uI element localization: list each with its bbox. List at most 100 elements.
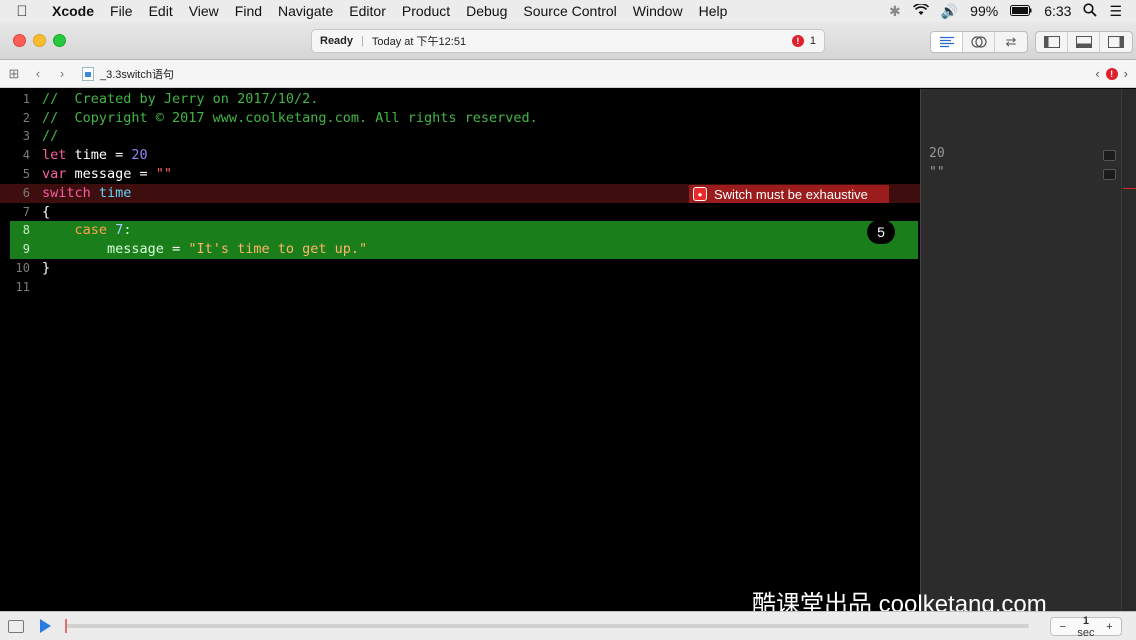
code-text: let time = 20 (42, 146, 148, 165)
menu-edit[interactable]: Edit (141, 3, 181, 19)
panel-toggle-group (1035, 31, 1133, 53)
line-number: 8 (22, 223, 30, 237)
search-icon[interactable] (1083, 2, 1098, 20)
string-literal: "" (155, 166, 173, 182)
window-toolbar: Ready | Today at 下午12:51 ! 1 ⇄ (0, 22, 1136, 60)
code-line: 3 // (0, 127, 920, 146)
menu-bar:  Xcode File Edit View Find Navigate Edi… (0, 0, 1136, 22)
stepper-decrement[interactable]: − (1051, 621, 1074, 633)
version-editor-button[interactable]: ⇄ (995, 32, 1027, 52)
issue-navigation: ‹ ! › (1095, 66, 1136, 81)
menu-help[interactable]: Help (691, 3, 736, 19)
volume-icon[interactable]: 🔊 (941, 3, 958, 20)
result-value: 20 (929, 146, 945, 161)
line-number: 6 (22, 186, 30, 200)
results-scrollbar[interactable] (1121, 89, 1136, 611)
code-plain: = (163, 241, 189, 257)
keyword: switch (42, 185, 91, 201)
zoom-window-button[interactable] (53, 34, 66, 47)
line-number: 9 (22, 242, 30, 256)
line-number: 1 (22, 92, 30, 106)
code-text: // Copyright © 2017 www.coolketang.com. … (42, 110, 538, 126)
line-number: 7 (22, 205, 30, 219)
code-plain (107, 222, 115, 238)
jump-bar: ⊞ ‹ › _3.3switch语句 ‹ ! › (0, 60, 1136, 88)
toggle-navigator-button[interactable] (1036, 32, 1068, 52)
line-number: 2 (22, 111, 30, 125)
error-banner[interactable]: ● Switch must be exhaustive (689, 185, 889, 203)
toggle-inspector-button[interactable] (1100, 32, 1132, 52)
line-number: 4 (22, 148, 30, 162)
code-line: 2 // Copyright © 2017 www.coolketang.com… (0, 109, 920, 128)
line-number: 10 (15, 261, 30, 275)
menu-debug[interactable]: Debug (458, 3, 515, 19)
step-badge: 5 (867, 220, 895, 244)
issue-error-icon[interactable]: ! (1105, 67, 1118, 80)
quick-look-button[interactable] (1103, 150, 1116, 161)
error-indicator[interactable]: ! 1 (791, 35, 816, 47)
previous-issue-icon[interactable]: ‹ (1095, 66, 1099, 81)
code-text: message = "It's time to get up." (42, 240, 367, 259)
keyword: case (74, 222, 108, 238)
standard-editor-button[interactable] (931, 32, 963, 52)
keyword: var (42, 166, 67, 182)
timeline-position[interactable] (65, 619, 67, 633)
menu-file[interactable]: File (102, 3, 141, 19)
result-value: "" (929, 165, 945, 180)
next-issue-icon[interactable]: › (1124, 66, 1128, 81)
menu-product[interactable]: Product (394, 3, 458, 19)
apple-menu-icon[interactable]:  (0, 3, 44, 20)
status-time: Today at 下午12:51 (371, 36, 467, 48)
identifier: message (107, 241, 164, 257)
code-text: switch time (42, 184, 131, 203)
hide-debug-area-icon[interactable] (8, 619, 24, 633)
code-plain: : (123, 222, 132, 238)
code-text: var message = "" (42, 165, 172, 184)
error-marker (1123, 188, 1136, 189)
code-text: case 7: (42, 221, 132, 240)
list-icon[interactable]: ☰ (1109, 3, 1122, 20)
breadcrumb-filename[interactable]: _3.3switch语句 (100, 66, 174, 82)
close-window-button[interactable] (13, 34, 26, 47)
identifier: time (98, 185, 132, 201)
clock[interactable]: 6:33 (1044, 3, 1071, 19)
menu-editor[interactable]: Editor (341, 3, 394, 19)
bluetooth-icon[interactable]: ✱ (889, 3, 901, 20)
code-line: 10 } (0, 259, 920, 278)
number-literal: 20 (131, 147, 148, 163)
status-separator: | (361, 35, 364, 47)
battery-percent: 99% (970, 3, 999, 19)
code-editor[interactable]: 1 // Created by Jerry on 2017/10/2. 2 //… (0, 89, 920, 611)
code-text: { (42, 204, 51, 220)
execution-timeline[interactable] (65, 619, 1029, 633)
error-icon: ● (693, 187, 707, 201)
menu-view[interactable]: View (181, 3, 227, 19)
code-plain: message = (66, 166, 156, 182)
forward-chevron-icon[interactable]: › (52, 66, 72, 81)
menu-bar-extras: ✱ 🔊 99% 6:33 ☰ (889, 3, 1136, 20)
code-plain (91, 185, 99, 201)
stepper-increment[interactable]: + (1098, 621, 1121, 633)
menu-xcode[interactable]: Xcode (44, 3, 102, 19)
toggle-debug-area-button[interactable] (1068, 32, 1100, 52)
error-count: 1 (809, 35, 816, 47)
wifi-icon[interactable] (912, 3, 929, 19)
battery-icon[interactable] (1010, 3, 1032, 19)
code-line: 1 // Created by Jerry on 2017/10/2. (0, 90, 920, 109)
menu-find[interactable]: Find (227, 3, 270, 19)
back-chevron-icon[interactable]: ‹ (28, 66, 48, 81)
menu-navigate[interactable]: Navigate (270, 3, 341, 19)
quick-look-button[interactable] (1103, 169, 1116, 180)
code-line: 7 { (0, 203, 920, 222)
run-speed-stepper[interactable]: − 1 sec + (1050, 615, 1122, 639)
results-sidebar: 20 "" (920, 89, 1136, 611)
minimize-window-button[interactable] (33, 34, 46, 47)
line-number: 11 (15, 280, 30, 294)
related-items-icon[interactable]: ⊞ (4, 66, 24, 82)
menu-source-control[interactable]: Source Control (515, 3, 624, 19)
menu-window[interactable]: Window (625, 3, 691, 19)
play-icon[interactable] (40, 619, 51, 633)
assistant-editor-button[interactable] (963, 32, 995, 52)
